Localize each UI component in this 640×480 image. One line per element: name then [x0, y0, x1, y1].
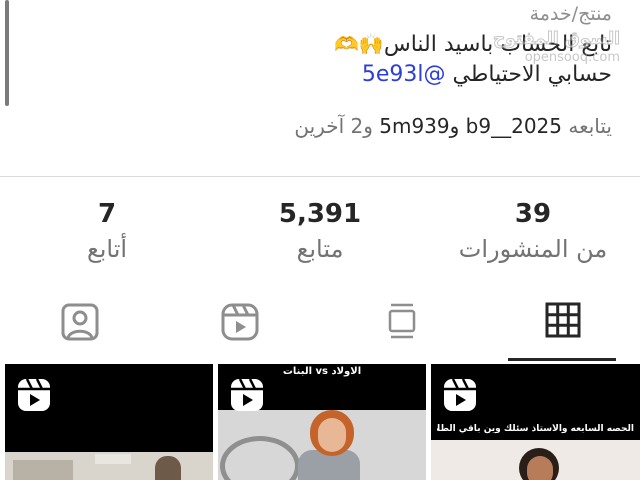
followers-count: 5,391: [278, 199, 362, 229]
followed-by-joiner: و: [449, 114, 460, 138]
grid-icon: [545, 302, 581, 338]
tab-grid[interactable]: [483, 292, 640, 362]
post-thumbnail[interactable]: [5, 364, 213, 480]
bio-text: تابع الحساب باسيد الناس🙌🫶: [92, 28, 612, 60]
scroll-indicator[interactable]: [5, 0, 9, 106]
profile-tabs: [0, 292, 640, 362]
thumbnail-caption: الاولاد vs البنات: [282, 366, 362, 377]
reel-icon: [231, 378, 263, 411]
post-thumbnail[interactable]: الحصه السابعه والأستاذ سئلك وين باقي الط…: [431, 364, 640, 480]
followers-stat[interactable]: 5,391 متابع: [225, 196, 415, 266]
followers-label: متابع: [296, 235, 344, 263]
followed-by-account-1[interactable]: b9__2025: [466, 114, 562, 138]
thumbnail-image: [5, 452, 213, 480]
following-count: 7: [97, 199, 117, 229]
reels-icon: [221, 303, 259, 341]
bio-line-text: تابع الحساب باسيد الناس: [383, 32, 612, 57]
tab-tagged[interactable]: [0, 292, 160, 362]
tab-feed[interactable]: [322, 292, 482, 362]
thumbnail-caption: الحصه السابعه والأستاذ سئلك وين باقي الط…: [437, 424, 634, 434]
followed-by-others[interactable]: و2 آخرين: [294, 114, 373, 138]
feed-icon: [388, 303, 416, 339]
backup-account-line: حسابي الاحتياطي @5e93l: [92, 60, 612, 90]
posts-label: من المنشورات: [458, 235, 608, 263]
posts-count: 39: [514, 199, 552, 229]
thumbnail-image: [431, 440, 640, 480]
following-label: أتابع: [86, 235, 128, 263]
backup-mention-link[interactable]: @5e93l: [362, 62, 446, 87]
followed-by-account-2[interactable]: 5m939: [379, 114, 449, 138]
backup-text: حسابي الاحتياطي: [452, 62, 612, 87]
followed-by-line[interactable]: يتابعه b9__2025 و5m939 و2 آخرين: [294, 114, 612, 138]
following-stat[interactable]: 7 أتابع: [12, 196, 202, 266]
section-divider: [0, 176, 640, 177]
reel-icon: [18, 378, 50, 411]
active-tab-indicator: [508, 358, 616, 361]
thumbnail-image: [218, 410, 426, 480]
followed-by-prefix: يتابعه: [568, 114, 612, 138]
posts-stat[interactable]: 39 من المنشورات: [438, 196, 628, 266]
tagged-icon: [61, 303, 99, 341]
profile-category: منتج/خدمة: [529, 3, 612, 25]
tab-reels[interactable]: [160, 292, 320, 362]
post-thumbnail[interactable]: الاولاد vs البنات: [218, 364, 426, 480]
posts-grid: الاولاد vs البنات الحصه السابعه والأستاذ…: [0, 364, 640, 480]
reel-icon: [444, 378, 476, 411]
profile-bio: منتج/خدمة تابع الحساب باسيد الناس🙌🫶 حساب…: [92, 0, 612, 90]
profile-stats: 39 من المنشورات 5,391 متابع 7 أتابع: [0, 196, 640, 270]
bio-emojis: 🙌🫶: [334, 32, 384, 56]
